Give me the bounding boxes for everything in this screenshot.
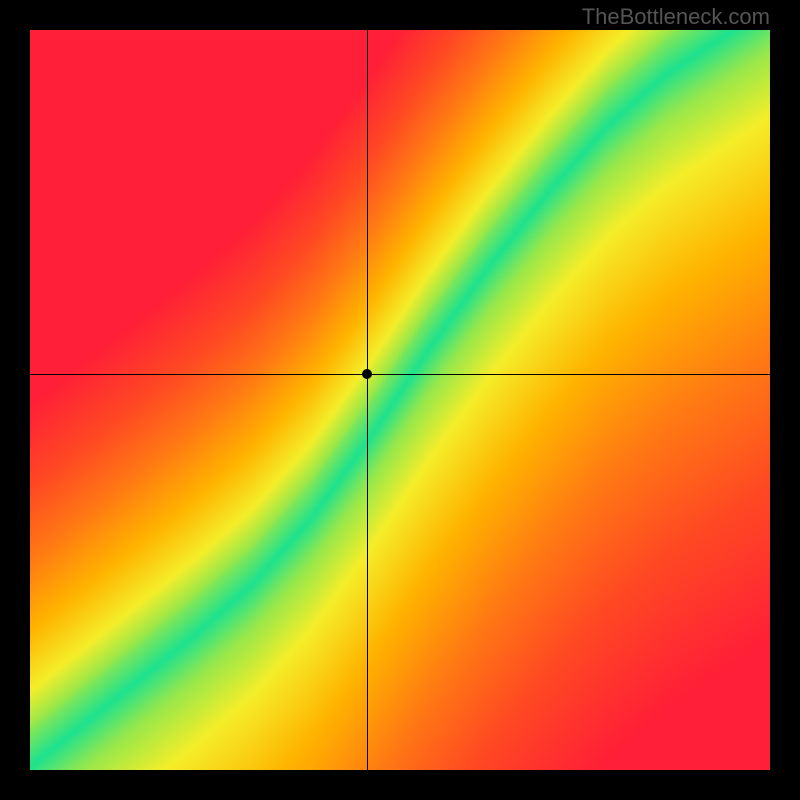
- watermark-text: TheBottleneck.com: [582, 4, 770, 30]
- crosshair-horizontal: [30, 374, 770, 375]
- heatmap-canvas: [30, 30, 770, 770]
- chart-container: { "watermark": "TheBottleneck.com", "cha…: [0, 0, 800, 800]
- data-point-marker: [362, 369, 372, 379]
- crosshair-vertical: [367, 30, 368, 770]
- plot-area: [30, 30, 770, 770]
